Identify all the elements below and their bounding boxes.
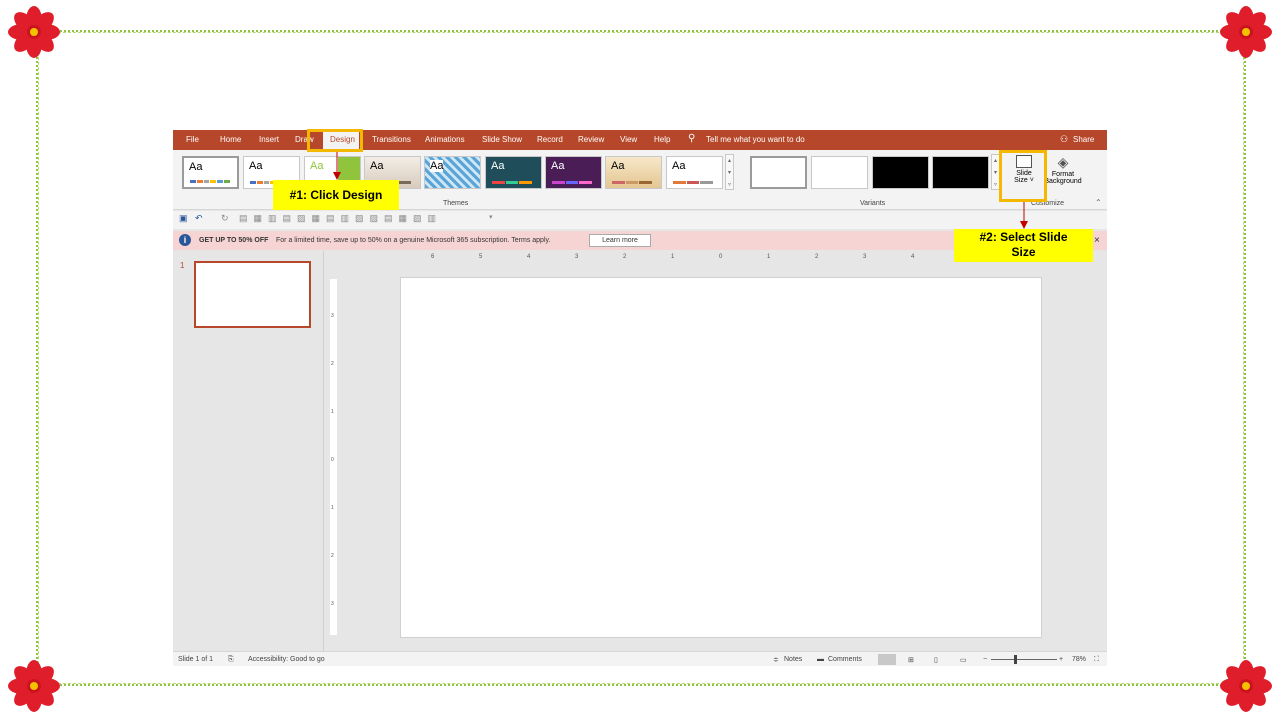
spelling-icon[interactable]: ⎘ xyxy=(228,656,234,664)
zoom-slider-thumb[interactable] xyxy=(1014,655,1017,664)
slide-thumbnail[interactable] xyxy=(194,261,311,328)
flower-icon xyxy=(8,660,60,712)
slides-pane: 1 xyxy=(173,251,324,651)
slideshow-view-icon[interactable]: ▭ xyxy=(960,656,967,664)
zoom-out-icon[interactable]: − xyxy=(983,656,987,663)
ruler-tick-label: 4 xyxy=(911,254,915,260)
close-icon[interactable]: × xyxy=(1094,235,1100,246)
ruler-tick-label: 1 xyxy=(331,409,334,415)
slide-canvas[interactable] xyxy=(400,277,1042,638)
tab-animations[interactable]: Animations xyxy=(425,135,465,144)
tab-record[interactable]: Record xyxy=(537,135,563,144)
slide-number: 1 xyxy=(180,261,185,270)
ruler-tick-label: 3 xyxy=(575,254,579,260)
paint-bucket-icon: ◈ xyxy=(1057,154,1069,170)
flower-icon xyxy=(1220,6,1272,58)
zoom-slider[interactable] xyxy=(991,659,1057,660)
tab-help[interactable]: Help xyxy=(654,135,670,144)
theme-pattern[interactable]: Aa xyxy=(424,156,481,189)
tab-view[interactable]: View xyxy=(620,135,637,144)
ruler-tick-label: 0 xyxy=(331,457,334,463)
ruler-tick-label: 6 xyxy=(431,254,435,260)
zoom-in-icon[interactable]: + xyxy=(1059,656,1063,663)
slide-count: Slide 1 of 1 xyxy=(178,656,214,663)
slide-size-highlight xyxy=(999,150,1047,202)
reading-view-icon[interactable]: ▯ xyxy=(934,656,938,664)
theme-sand[interactable]: Aa xyxy=(605,156,662,189)
arrow-icon xyxy=(1020,202,1028,229)
flower-icon xyxy=(1220,660,1272,712)
slide-editor: 6 5 4 3 2 1 0 1 2 3 4 3 2 1 0 1 2 3 xyxy=(325,251,1107,651)
undo-icon[interactable]: ↶ xyxy=(195,213,203,224)
lightbulb-icon: ⚲ xyxy=(688,133,696,144)
collapse-ribbon-icon[interactable]: ⌃ xyxy=(1095,198,1102,207)
fit-slide-icon[interactable]: ⛶ xyxy=(1094,656,1099,664)
ruler-tick-label: 2 xyxy=(331,361,334,367)
horizontal-ruler: 6 5 4 3 2 1 0 1 2 3 4 xyxy=(400,254,960,262)
quick-access-toolbar: ▣ ↶ ↻ ▤▦▥▤▨▦▤▥▧▨▤▦▧▥ ▾ xyxy=(173,211,1107,229)
tab-file[interactable]: File xyxy=(186,135,199,144)
ruler-tick-label: 3 xyxy=(331,313,334,319)
message-text: For a limited time, save up to 50% on a … xyxy=(276,237,551,244)
design-tab-highlight xyxy=(307,129,363,152)
slide-sorter-icon[interactable]: ⊞ xyxy=(908,656,914,664)
save-icon[interactable]: ▣ xyxy=(179,213,188,224)
format-background-button[interactable]: ◈ Format Background xyxy=(1041,154,1085,198)
ruler-tick-label: 1 xyxy=(671,254,675,260)
tell-me-search[interactable]: Tell me what you want to do xyxy=(706,135,805,144)
notes-button[interactable]: Notes xyxy=(784,656,802,663)
ruler-tick-label: 2 xyxy=(815,254,819,260)
learn-more-button[interactable]: Learn more xyxy=(589,234,651,247)
message-headline: GET UP TO 50% OFF xyxy=(199,237,269,244)
step1-callout: #1: Click Design xyxy=(273,180,399,210)
comments-button[interactable]: Comments xyxy=(828,656,862,663)
tab-home[interactable]: Home xyxy=(220,135,241,144)
powerpoint-window: File Home Insert Draw Design Transitions… xyxy=(173,130,1107,666)
themes-gallery-scroll[interactable]: ▴ ▾ ▿ xyxy=(725,154,734,190)
ruler-tick-label: 1 xyxy=(331,505,334,511)
accessibility-status[interactable]: Accessibility: Good to go xyxy=(248,656,325,663)
normal-view-icon[interactable] xyxy=(878,654,896,665)
notes-icon: ≑ xyxy=(773,657,779,664)
info-icon: i xyxy=(179,234,191,246)
tab-slide-show[interactable]: Slide Show xyxy=(482,135,522,144)
variant-1[interactable] xyxy=(750,156,807,189)
status-bar: Slide 1 of 1 ⎘ Accessibility: Good to go… xyxy=(173,651,1107,666)
themes-group-label: Themes xyxy=(443,200,469,207)
ruler-tick-label: 1 xyxy=(767,254,771,260)
theme-office[interactable]: Aa xyxy=(182,156,239,189)
tab-review[interactable]: Review xyxy=(578,135,604,144)
customize-qat-icon[interactable]: ▾ xyxy=(489,213,493,221)
toolbar-icons: ▤▦▥▤▨▦▤▥▧▨▤▦▧▥ xyxy=(239,213,443,223)
variants-group-label: Variants xyxy=(860,200,886,207)
ruler-tick-label: 0 xyxy=(719,254,723,260)
theme-purple[interactable]: Aa xyxy=(545,156,602,189)
ruler-tick-label: 2 xyxy=(331,553,334,559)
ruler-tick-label: 5 xyxy=(479,254,483,260)
variant-3[interactable] xyxy=(872,156,929,189)
tab-insert[interactable]: Insert xyxy=(259,135,279,144)
ruler-tick-label: 3 xyxy=(331,601,334,607)
theme-dark-teal[interactable]: Aa xyxy=(485,156,542,189)
flower-icon xyxy=(8,6,60,58)
variant-2[interactable] xyxy=(811,156,868,189)
arrow-icon xyxy=(333,152,341,180)
vertical-ruler: 3 2 1 0 1 2 3 xyxy=(330,279,337,635)
zoom-level[interactable]: 78% xyxy=(1072,656,1086,663)
theme-white[interactable]: Aa xyxy=(666,156,723,189)
redo-icon[interactable]: ↻ xyxy=(221,213,229,224)
share-button[interactable]: Share xyxy=(1073,135,1094,144)
ruler-tick-label: 2 xyxy=(623,254,627,260)
variant-4[interactable] xyxy=(932,156,989,189)
person-icon: ⚇ xyxy=(1060,134,1069,144)
ruler-tick-label: 3 xyxy=(863,254,867,260)
step2-callout: #2: Select Slide Size xyxy=(954,229,1093,262)
comment-icon: ▬ xyxy=(817,656,824,663)
tab-transitions[interactable]: Transitions xyxy=(372,135,411,144)
ruler-tick-label: 4 xyxy=(527,254,531,260)
